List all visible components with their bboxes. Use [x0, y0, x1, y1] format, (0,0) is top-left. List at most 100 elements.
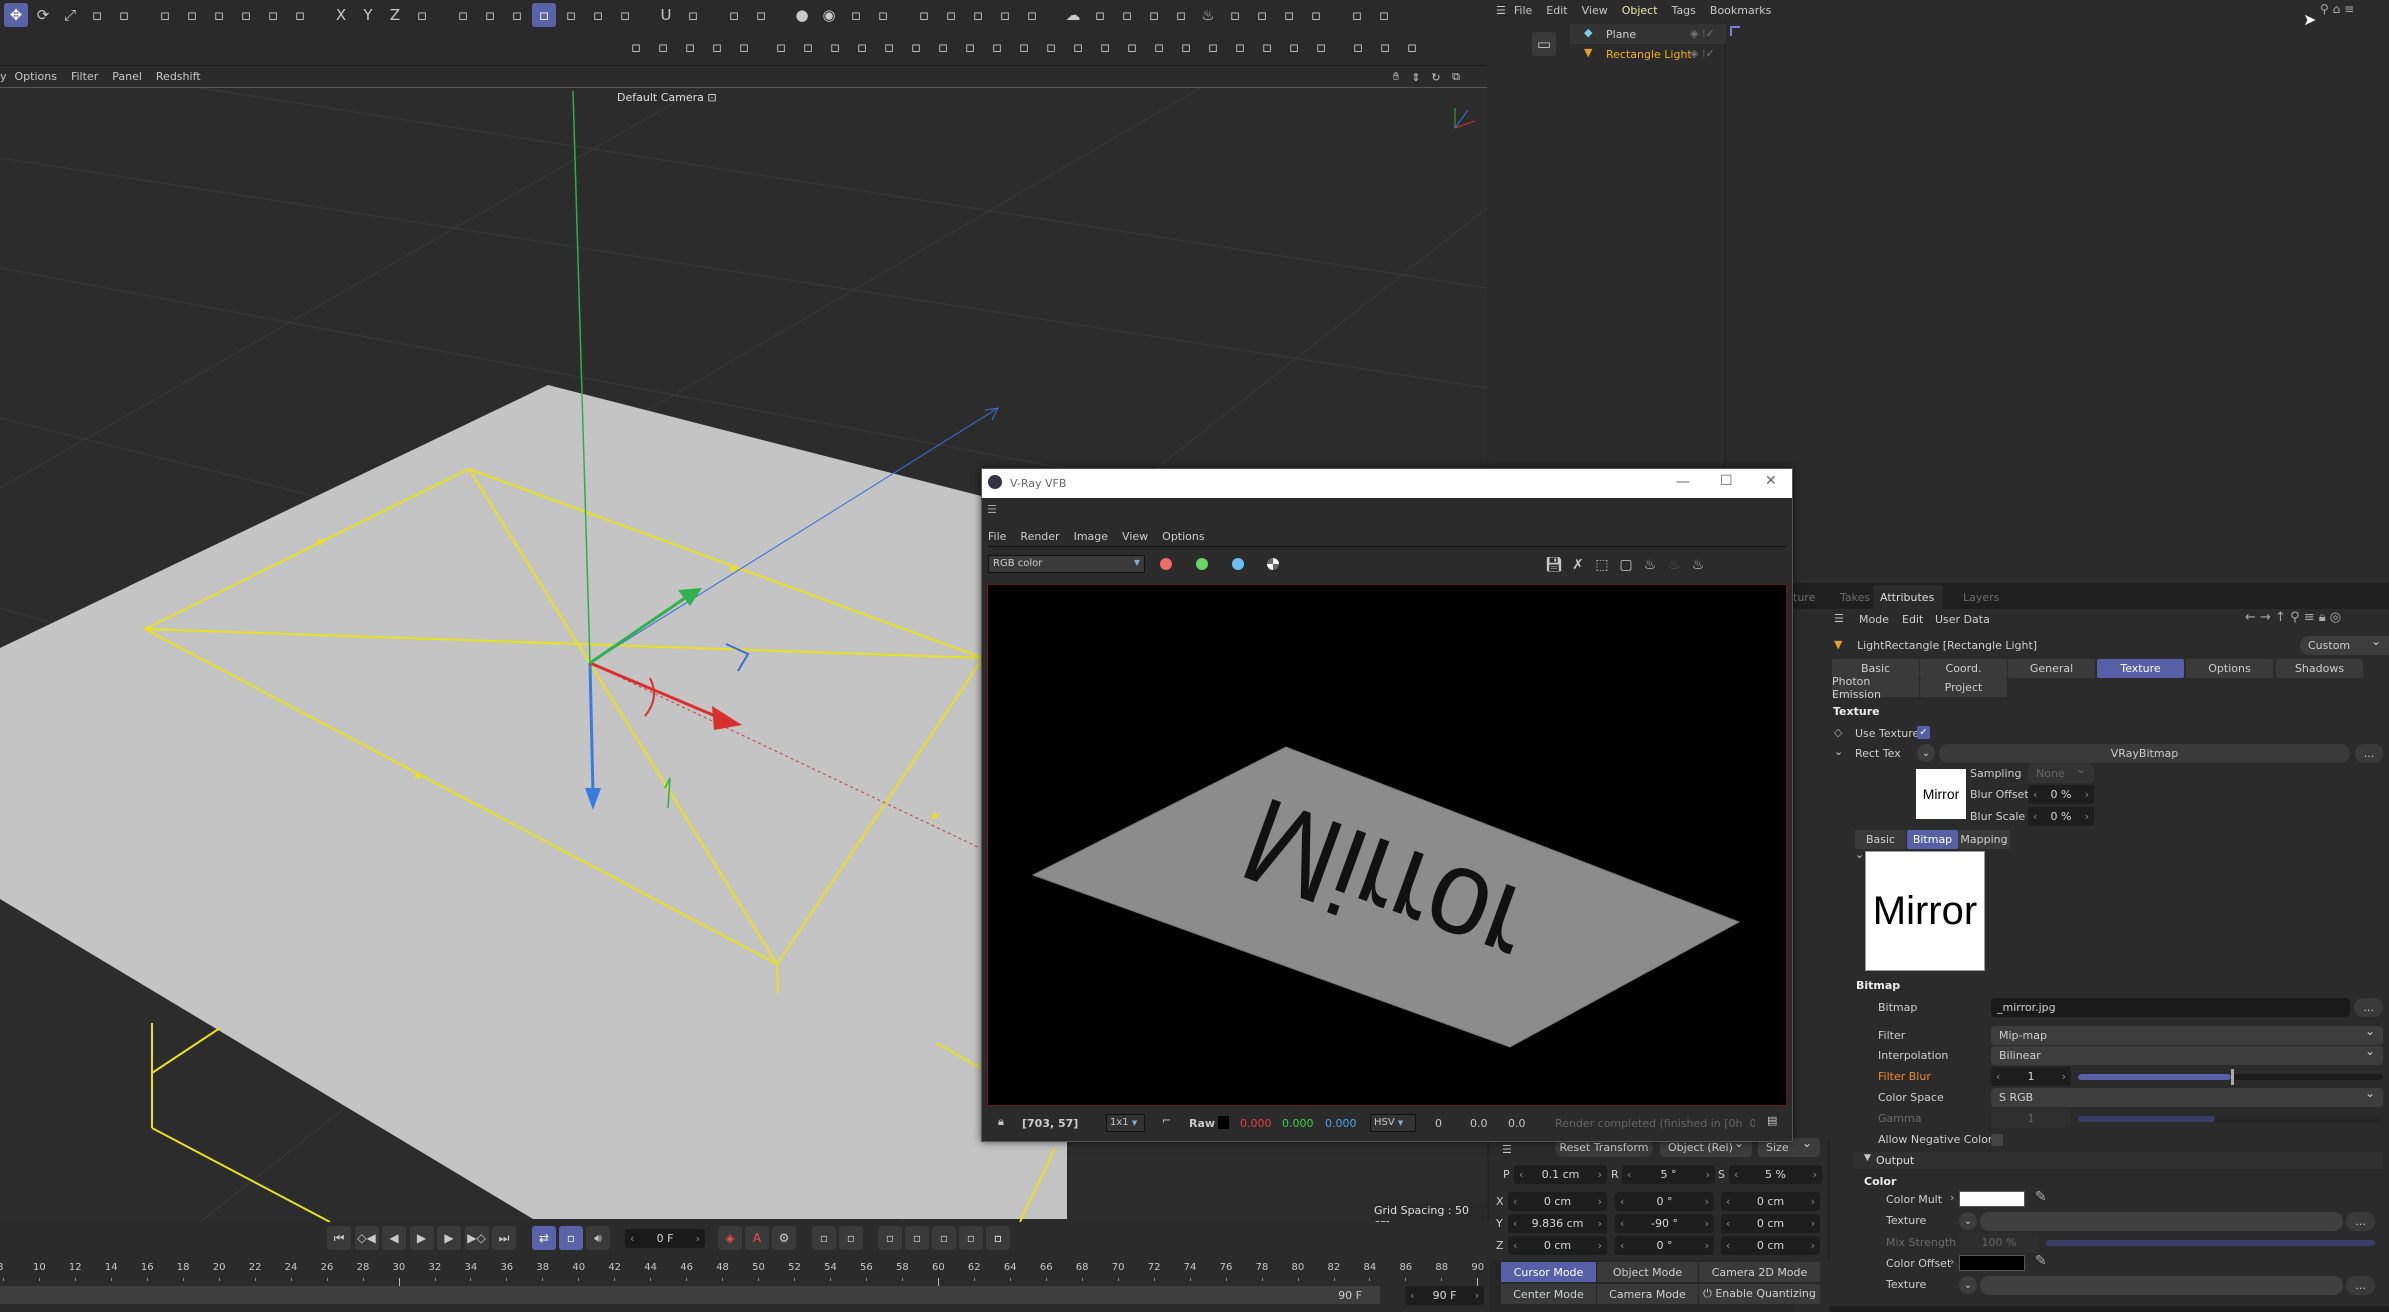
rect-tex-menu-button[interactable]: ⌄: [1917, 744, 1935, 762]
menu-mode[interactable]: Mode: [1859, 613, 1889, 626]
mesh-m-icon[interactable]: ▫: [1093, 35, 1117, 59]
points-mode-icon[interactable]: ▫: [451, 3, 475, 27]
log-icon[interactable]: ▤: [1767, 1114, 1777, 1127]
menu-display-partial[interactable]: y: [0, 70, 7, 83]
preset-dropdown[interactable]: Custom: [2300, 634, 2389, 655]
menu-render[interactable]: Render: [1020, 530, 1059, 543]
menu-user-data[interactable]: User Data: [1935, 613, 1990, 626]
light-icon[interactable]: ▫: [1223, 3, 1247, 27]
z-axis-icon[interactable]: Z: [383, 3, 407, 27]
save-icon[interactable]: 💾︎: [1542, 553, 1566, 577]
go-start-icon[interactable]: ⏮: [327, 1226, 351, 1250]
search-icon[interactable]: ⚲: [2320, 2, 2329, 16]
brush-icon[interactable]: ▫: [234, 3, 258, 27]
chevron-right-icon[interactable]: ›: [1950, 1255, 1954, 1268]
mesh-u-icon[interactable]: ▫: [1309, 35, 1333, 59]
render-image[interactable]: Mirror: [987, 584, 1787, 1106]
coord-z-rotation-field[interactable]: 0 °: [1615, 1236, 1714, 1255]
grid-snap-icon[interactable]: ▫: [722, 3, 746, 27]
mesh-r-icon[interactable]: ▫: [1228, 35, 1252, 59]
edges-mode-icon[interactable]: ▫: [478, 3, 502, 27]
record-icon[interactable]: ◉: [817, 3, 841, 27]
model-mode-icon[interactable]: ▫: [532, 3, 556, 27]
spline-smooth-icon[interactable]: ▫: [207, 3, 231, 27]
scale-key-icon[interactable]: ▫: [932, 1226, 956, 1250]
render-queue-icon[interactable]: ▫: [1020, 3, 1044, 27]
tab-coord[interactable]: Coord.: [1920, 659, 2007, 678]
pos-key-icon[interactable]: ▫: [878, 1226, 902, 1250]
menu-file[interactable]: File: [1514, 4, 1532, 17]
layout-icon[interactable]: ▫: [1345, 3, 1369, 27]
mesh-h-icon[interactable]: ▫: [958, 35, 982, 59]
box-select-icon[interactable]: ▫: [1400, 35, 1424, 59]
bulb-icon[interactable]: ▫: [1304, 3, 1328, 27]
pan-icon[interactable]: ✋︎: [1387, 65, 1405, 89]
coord-system-icon[interactable]: ▫: [410, 3, 434, 27]
subtab-basic[interactable]: Basic: [1855, 830, 1906, 849]
dome-icon[interactable]: ▫: [1250, 3, 1274, 27]
teapot-icon[interactable]: ♨: [1196, 3, 1220, 27]
filter-blur-slider[interactable]: [2078, 1069, 2383, 1085]
filter-dropdown[interactable]: Mip-map: [1991, 1024, 2383, 1045]
menu-redshift[interactable]: Redshift: [156, 70, 201, 83]
spline-pen-icon[interactable]: ▫: [153, 3, 177, 27]
x-axis-icon[interactable]: X: [329, 3, 353, 27]
texture-more-button[interactable]: ...: [2346, 1212, 2375, 1231]
mesh-q-icon[interactable]: ▫: [1201, 35, 1225, 59]
output-section[interactable]: ▼ Output: [1854, 1152, 2383, 1169]
material-icon[interactable]: ▫: [844, 3, 868, 27]
texture-shader-button[interactable]: [1980, 1212, 2343, 1231]
keyframe-icon[interactable]: ◇: [1834, 726, 1842, 739]
menu-panel[interactable]: Panel: [112, 70, 142, 83]
lock-icon[interactable]: 🔒︎: [998, 1115, 1004, 1129]
sound-icon[interactable]: 🔊︎: [586, 1226, 610, 1250]
eyedropper-icon[interactable]: ✎: [2035, 1253, 2047, 1269]
mesh-b-icon[interactable]: ▫: [796, 35, 820, 59]
tweak-mode-icon[interactable]: ▫: [613, 3, 637, 27]
texture-menu-button[interactable]: ⌄: [1959, 1276, 1977, 1294]
soft-selection-icon[interactable]: ▫: [681, 3, 705, 27]
rotate-icon[interactable]: ⟳: [31, 3, 55, 27]
coord-z-size-field[interactable]: 0 cm: [1721, 1236, 1820, 1255]
mesh-f-icon[interactable]: ▫: [904, 35, 928, 59]
scheme-icon[interactable]: ▫: [839, 1226, 863, 1250]
tab-takes[interactable]: Takes: [1840, 591, 1870, 604]
pla-key-icon[interactable]: ▫: [986, 1226, 1010, 1250]
y-axis-icon[interactable]: Y: [356, 3, 380, 27]
coord-x-rotation-field[interactable]: 0 °: [1615, 1192, 1714, 1211]
record-keys-icon[interactable]: ◈: [718, 1226, 742, 1250]
tab-shadows[interactable]: Shadows: [2276, 659, 2363, 678]
dolly-icon[interactable]: ⇕: [1407, 65, 1425, 89]
minimize-button[interactable]: —: [1676, 474, 1690, 490]
tab-project[interactable]: Project: [1920, 678, 2007, 697]
rect-tex-more-button[interactable]: ...: [2355, 744, 2383, 763]
rot-key-icon[interactable]: ▫: [905, 1226, 929, 1250]
stop-render-icon[interactable]: ♨: [1662, 553, 1686, 577]
menu-bookmarks[interactable]: Bookmarks: [1710, 4, 1771, 17]
start-render-icon[interactable]: ♨: [1638, 553, 1662, 577]
prev-key-icon[interactable]: ◇◀: [354, 1226, 379, 1250]
loop-icon[interactable]: ⇄: [532, 1226, 556, 1250]
timeline-ruler[interactable]: 8 10 12 14 16 18 20 22 24 26 28 30 32 34 36 38 40 42 44 46 4…: [0, 1260, 1490, 1300]
key-settings-icon[interactable]: ⚙: [772, 1226, 796, 1250]
workplane-icon[interactable]: ▫: [749, 3, 773, 27]
menu-view[interactable]: View: [1582, 4, 1608, 17]
axis-mode-icon[interactable]: ▫: [586, 3, 610, 27]
region-render-icon[interactable]: ⬚: [1590, 553, 1614, 577]
hamburger-icon[interactable]: ☰: [1834, 612, 1844, 625]
tab-attributes[interactable]: Attributes: [1873, 585, 1943, 609]
title-bar[interactable]: V-Ray VFB — ☐ ✕: [982, 469, 1792, 498]
clapper-settings-icon[interactable]: ▫: [993, 3, 1017, 27]
mesh-e-icon[interactable]: ▫: [877, 35, 901, 59]
object-row-plane[interactable]: ◆ Plane ◈ ⁝✓: [1570, 24, 1726, 44]
object-mode-button[interactable]: Object Mode: [1597, 1262, 1698, 1282]
play-icon[interactable]: ▶: [409, 1226, 434, 1250]
object-row-rectangle-light[interactable]: ▼ Rectangle Light ◈ ⁝✓: [1570, 44, 1726, 64]
snap-c-icon[interactable]: ▫: [678, 35, 702, 59]
snap-icon[interactable]: ▫: [112, 3, 136, 27]
chevron-down-icon[interactable]: ⌄: [1834, 745, 1843, 758]
enable-quantizing-button[interactable]: ⏻ Enable Quantizing: [1699, 1284, 1820, 1304]
clear-icon[interactable]: ✗: [1566, 553, 1590, 577]
menu-tags[interactable]: Tags: [1672, 4, 1696, 17]
snap-e-icon[interactable]: ▫: [732, 35, 756, 59]
